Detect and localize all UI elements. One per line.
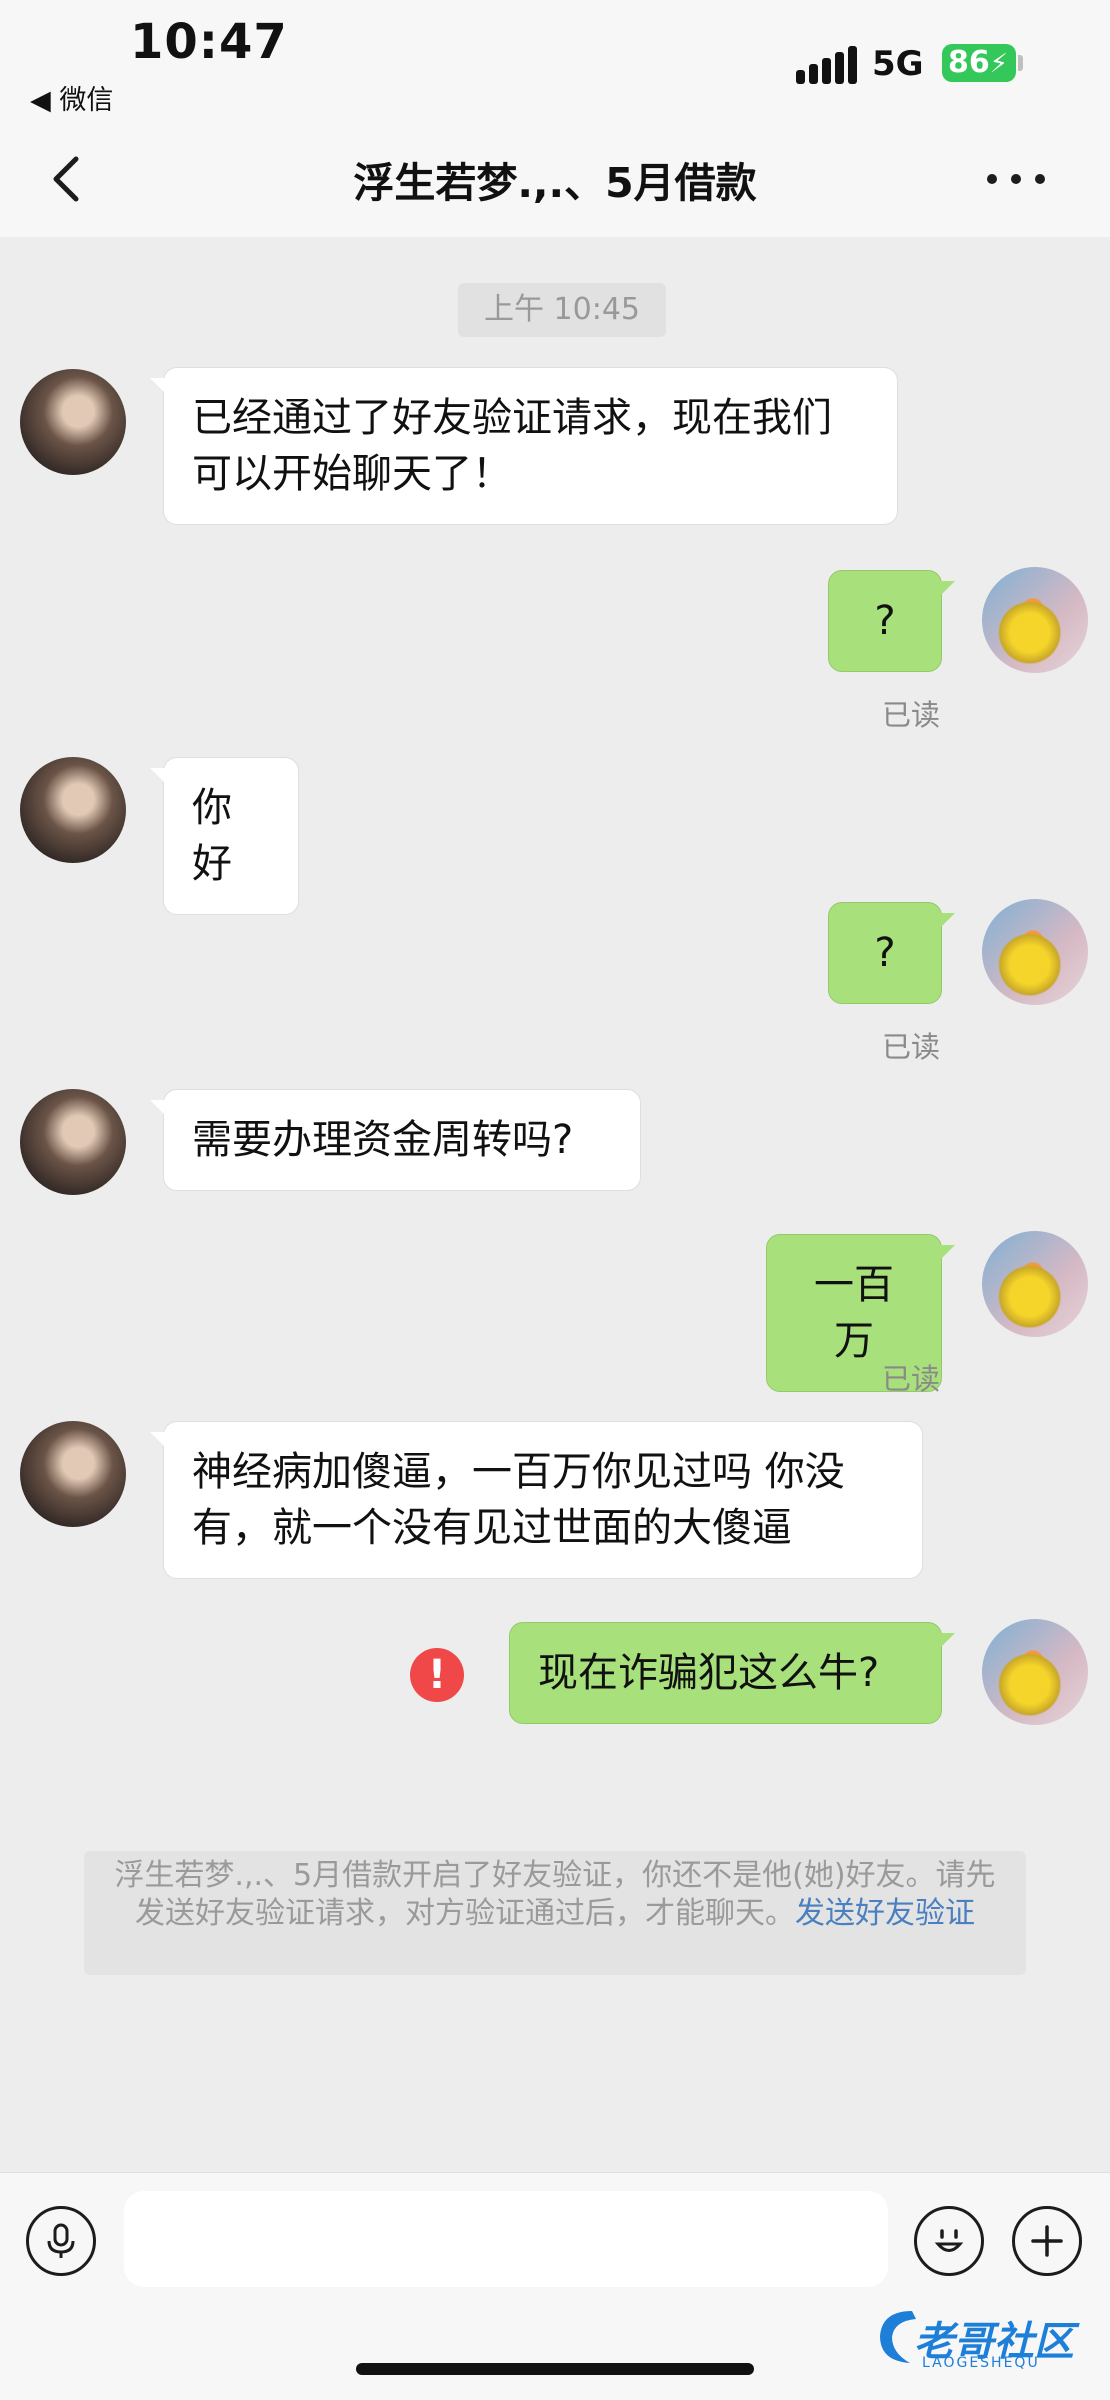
message-bubble-outgoing[interactable]: ? (828, 902, 955, 1004)
message-timestamp: 上午 10:45 (458, 283, 666, 337)
chat-area[interactable]: 上午 10:45 已经通过了好友验证请求，现在我们可以开始聊天了！ ? 已读 你… (0, 237, 1110, 2172)
send-failed-icon[interactable]: ! (410, 1648, 464, 1702)
plus-button[interactable] (1012, 2206, 1082, 2276)
system-notice: 浮生若梦.,.、5月借款开启了好友验证，你还不是他(她)好友。请先发送好友验证请… (84, 1851, 1026, 1975)
contact-avatar[interactable] (20, 369, 126, 475)
contact-avatar[interactable] (20, 1089, 126, 1195)
read-receipt: 已读 (882, 1030, 941, 1064)
send-friend-verification-link[interactable]: 发送好友验证 (795, 1896, 975, 1931)
user-avatar[interactable] (982, 899, 1088, 1005)
voice-button[interactable] (26, 2206, 96, 2276)
user-avatar[interactable] (982, 1619, 1088, 1725)
message-bubble-incoming[interactable]: 已经通过了好友验证请求，现在我们可以开始聊天了！ (150, 367, 898, 525)
battery-level: 86 (948, 45, 990, 80)
watermark-logo: 老哥社区 LAOGESHEQU (872, 2299, 1098, 2377)
contact-avatar[interactable] (20, 757, 126, 863)
plus-icon (1031, 2225, 1063, 2257)
more-button[interactable] (976, 149, 1056, 209)
input-bar: 老哥社区 LAOGESHEQU (0, 2172, 1110, 2400)
message-bubble-incoming[interactable]: 你好 (150, 757, 299, 915)
home-indicator[interactable] (356, 2363, 754, 2375)
emoji-icon (934, 2229, 964, 2252)
emoji-button[interactable] (914, 2206, 984, 2276)
chat-header: 浮生若梦.,.、5月借款 (0, 125, 1110, 237)
message-input[interactable] (124, 2191, 888, 2287)
message-bubble-outgoing[interactable]: ? (828, 570, 955, 672)
message-bubble-incoming[interactable]: 神经病加傻逼，一百万你见过吗 你没有，就一个没有见过世面的大傻逼 (150, 1421, 923, 1579)
signal-icon (796, 42, 858, 84)
read-receipt: 已读 (882, 698, 941, 732)
battery-cap (1018, 55, 1023, 71)
watermark-subtext: LAOGESHEQU (922, 2355, 1040, 2371)
chat-title: 浮生若梦.,.、5月借款 (353, 159, 757, 207)
microphone-icon (47, 2223, 75, 2258)
back-to-app-link[interactable]: ◀ 微信 (30, 78, 113, 117)
message-bubble-outgoing[interactable]: 现在诈骗犯这么牛? (509, 1622, 955, 1724)
status-bar: 10:47 ◀ 微信 5G 86⚡ (0, 0, 1110, 125)
more-dots-icon (987, 174, 1045, 184)
contact-avatar[interactable] (20, 1421, 126, 1527)
read-receipt: 已读 (882, 1362, 941, 1396)
user-avatar[interactable] (982, 567, 1088, 673)
battery-icon: 86⚡ (942, 44, 1016, 82)
user-avatar[interactable] (982, 1231, 1088, 1337)
status-time: 10:47 (130, 14, 288, 70)
message-bubble-incoming[interactable]: 需要办理资金周转吗? (150, 1089, 641, 1191)
network-type: 5G (872, 44, 924, 84)
